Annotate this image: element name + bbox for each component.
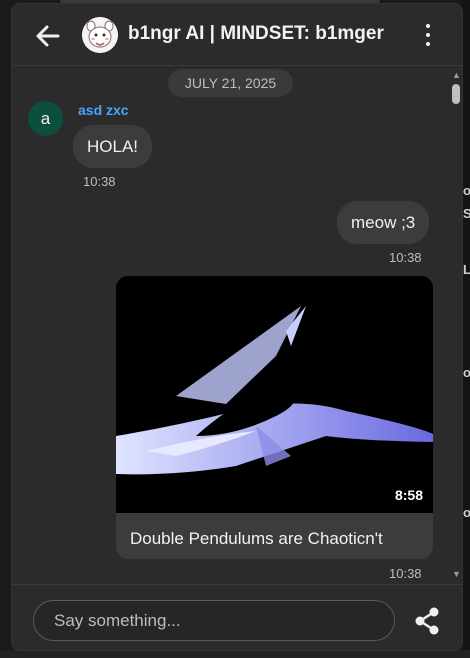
message-timestamp: 10:38 — [83, 174, 116, 189]
scroll-up-arrow-icon[interactable]: ▲ — [452, 70, 461, 80]
scrollbar-thumb[interactable] — [452, 84, 460, 104]
video-title[interactable]: Double Pendulums are Chaoticn't — [130, 529, 383, 549]
bot-face-icon — [82, 17, 118, 53]
chat-header: b1ngr AI | MINDSET: b1mger — [12, 4, 462, 66]
share-icon — [415, 607, 439, 635]
chat-window: b1ngr AI | MINDSET: b1mger JULY 21, 2025… — [12, 4, 462, 650]
video-embed-card[interactable]: 8:58 Double Pendulums are Chaoticn't — [116, 276, 433, 559]
more-options-button[interactable] — [417, 24, 439, 50]
kebab-dot — [426, 42, 430, 46]
message-bubble-outgoing: meow ;3 — [337, 201, 430, 244]
scroll-down-arrow-icon[interactable]: ▼ — [452, 569, 461, 579]
message-bubble-incoming: HOLA! — [73, 125, 153, 168]
video-thumbnail-image — [116, 276, 433, 513]
share-button[interactable] — [414, 607, 440, 635]
kebab-menu-icon — [426, 24, 430, 28]
message-timestamp: 10:38 — [389, 250, 422, 265]
message-timestamp: 10:38 — [389, 566, 422, 581]
date-separator: JULY 21, 2025 — [168, 69, 293, 97]
background-text: L — [463, 262, 470, 277]
video-thumbnail[interactable]: 8:58 — [116, 276, 433, 513]
background-bottom-strip — [0, 650, 470, 658]
background-text: o — [463, 183, 470, 198]
arrow-left-icon — [36, 25, 60, 47]
background-text: S — [463, 206, 470, 221]
kebab-dot — [426, 33, 430, 37]
back-button[interactable] — [34, 22, 62, 50]
background-text: o — [463, 365, 470, 380]
message-input[interactable] — [33, 600, 395, 641]
chat-title: b1ngr AI | MINDSET: b1mger — [128, 23, 384, 44]
avatar[interactable]: a — [28, 101, 63, 136]
background-strip — [462, 0, 470, 658]
message-composer — [12, 584, 462, 650]
bot-avatar[interactable] — [82, 17, 118, 53]
sender-name[interactable]: asd zxc — [78, 102, 129, 118]
background-text: o — [463, 505, 470, 520]
video-duration: 8:58 — [394, 487, 423, 503]
